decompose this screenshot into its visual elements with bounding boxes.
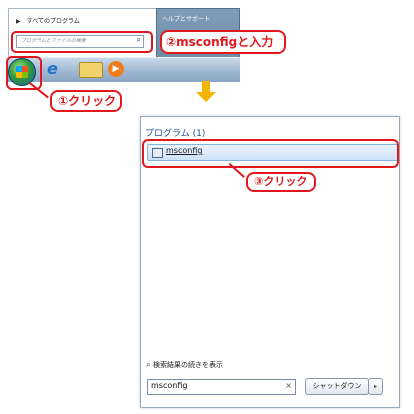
all-programs-item[interactable]: ▶ すべてのプログラム (16, 16, 80, 25)
highlight-box-start (6, 56, 42, 90)
help-support-item[interactable]: ヘルプとサポート (162, 14, 210, 23)
folder-icon[interactable] (79, 62, 103, 78)
ie-icon[interactable]: e (47, 60, 67, 78)
programs-header: プログラム (1) (145, 129, 206, 139)
highlight-box-search (11, 31, 153, 53)
clear-icon[interactable]: × (285, 381, 292, 390)
all-programs-label: すべてのプログラム (26, 18, 80, 25)
callout-step-2: ②msconfigと入力 (160, 30, 286, 54)
arrow-down-head (196, 92, 216, 102)
media-player-icon[interactable]: ▶ (108, 61, 124, 77)
search-value: msconfig (151, 381, 188, 390)
callout-step-3: ③クリック (246, 172, 316, 192)
triangle-right-icon: ▶ (16, 18, 21, 25)
shutdown-options-button[interactable]: ▸ (368, 378, 383, 395)
see-more-label: 検索結果の続きを表示 (153, 361, 224, 369)
taskbar (8, 57, 240, 82)
start-search-input-filled[interactable]: msconfig × (147, 379, 296, 395)
see-more-results-link[interactable]: ⌕ 検索結果の続きを表示 (146, 360, 223, 370)
highlight-box-result (142, 139, 399, 168)
callout-step-1: ①クリック (50, 90, 122, 112)
shutdown-button[interactable]: シャットダウン (305, 378, 369, 395)
search-icon: ⌕ (146, 360, 152, 370)
